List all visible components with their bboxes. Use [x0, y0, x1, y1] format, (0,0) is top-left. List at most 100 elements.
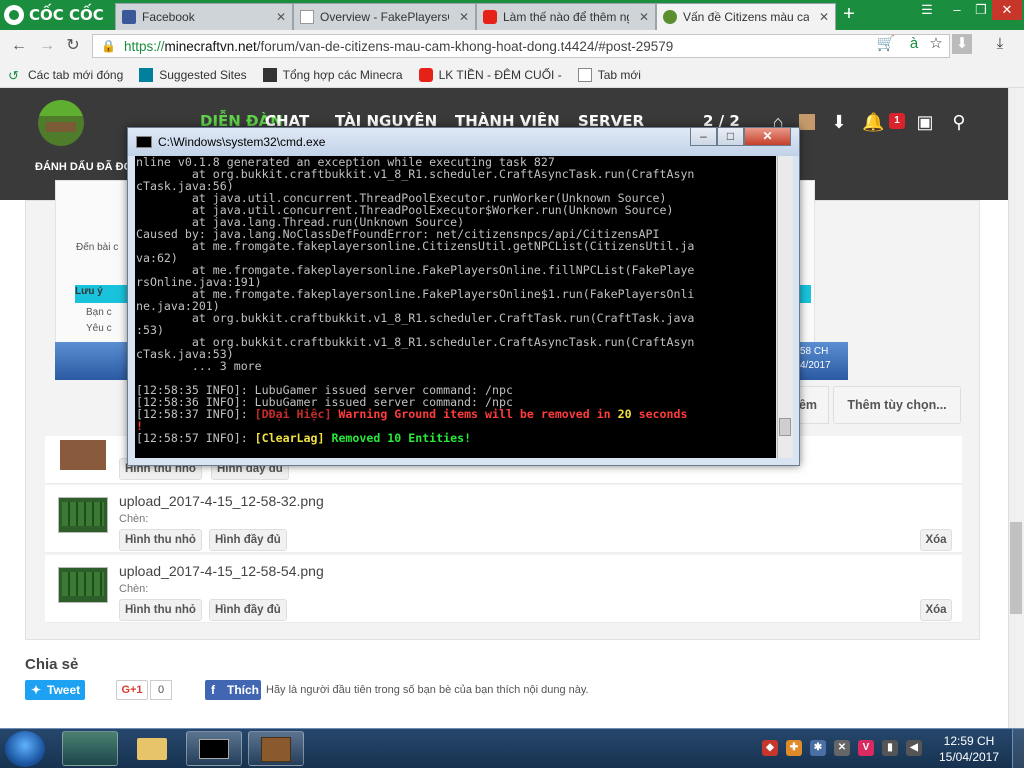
- mini-text: Bạn c: [86, 307, 112, 318]
- menu-icon[interactable]: ☰: [912, 0, 942, 20]
- minecraft-icon: [663, 10, 677, 24]
- bookmark-label: Các tab mới đóng: [28, 67, 124, 82]
- delete-button[interactable]: Xóa: [920, 599, 952, 621]
- upload-thumb[interactable]: [60, 440, 106, 470]
- delete-button[interactable]: Xóa: [920, 529, 952, 551]
- bookmark-new-tab[interactable]: Tab mới: [577, 67, 641, 82]
- thumbnail-button[interactable]: Hình thu nhỏ: [119, 529, 202, 551]
- taskbar-minecraft[interactable]: [248, 731, 304, 766]
- taskbar-explorer[interactable]: [124, 731, 180, 766]
- cmd-window[interactable]: C:\Windows\system32\cmd.exe – □ ✕ nline …: [127, 127, 800, 466]
- log-message: Warning Ground items will be removed in: [331, 407, 618, 421]
- facebook-like-button[interactable]: f Thích: [205, 680, 261, 700]
- youtube-icon: [418, 67, 433, 82]
- close-icon[interactable]: ✕: [639, 10, 649, 24]
- address-bar[interactable]: 🔒 https://minecraftvn.net/forum/van-de-c…: [92, 34, 950, 58]
- facebook-icon: [122, 10, 136, 24]
- taskbar-coccoc[interactable]: [62, 731, 118, 766]
- tray-vivaldi-icon[interactable]: V: [858, 740, 874, 756]
- taskbar-clock[interactable]: 12:59 CH 15/04/2017: [930, 733, 1008, 765]
- tweet-button[interactable]: ✦ Tweet: [25, 680, 85, 700]
- inbox-icon[interactable]: ⬇: [828, 112, 850, 133]
- bookmark-youtube[interactable]: LK TIỀN - ĐÊM CUỐI -: [418, 67, 562, 82]
- thumbnail-button[interactable]: Hình thu nhỏ: [119, 599, 202, 621]
- tray-mute-icon[interactable]: ✕: [834, 740, 850, 756]
- tab-facebook[interactable]: Facebook ✕: [115, 3, 293, 30]
- tab-overview[interactable]: Overview - FakePlayersO ✕: [293, 3, 476, 30]
- tab-citizens[interactable]: Vấn đề Citizens màu cam ✕: [656, 3, 836, 30]
- tweet-label: Tweet: [47, 683, 81, 697]
- tray-volume-icon[interactable]: ◀: [906, 740, 922, 756]
- mark-read-link[interactable]: ĐÁNH DẤU ĐÃ ĐỌC: [35, 161, 140, 173]
- site-logo[interactable]: [38, 100, 84, 146]
- close-icon[interactable]: ✕: [276, 10, 286, 24]
- minimize-icon[interactable]: –: [944, 0, 970, 20]
- downloads-icon[interactable]: ⤓: [990, 34, 1010, 54]
- mini-clock: 58 CH: [800, 346, 829, 357]
- reload-icon[interactable]: ↻: [62, 36, 84, 56]
- close-icon[interactable]: ✕: [459, 10, 469, 24]
- more-options-button[interactable]: Thêm tùy chọn...: [833, 386, 961, 424]
- upload-filename[interactable]: upload_2017-4-15_12-58-32.png: [119, 493, 324, 509]
- cmd-prompt[interactable]: >_: [136, 456, 776, 458]
- upload-row: upload_2017-4-15_12-58-54.png Chèn: Hình…: [45, 555, 962, 623]
- show-desktop-button[interactable]: [1012, 729, 1024, 768]
- maximize-icon[interactable]: ❐: [970, 0, 992, 20]
- bookmark-recent-tabs[interactable]: ↺ Các tab mới đóng: [8, 67, 124, 83]
- coccoc-logo[interactable]: CỐC CỐC: [4, 4, 109, 26]
- mini-date: 4/2017: [800, 360, 831, 371]
- translate-icon[interactable]: à: [904, 34, 924, 54]
- page-icon: [300, 10, 314, 24]
- avatar[interactable]: [797, 112, 817, 132]
- cmd-line: at me.fromgate.fakeplayersonline.Citizen…: [136, 239, 695, 253]
- taskbar-cmd[interactable]: [186, 731, 242, 766]
- tray-antivirus-icon[interactable]: ✚: [786, 740, 802, 756]
- bookmark-minecraft[interactable]: Tổng hợp các Minecra: [262, 67, 403, 82]
- brand-label: CỐC CỐC: [29, 6, 104, 24]
- bookmark-suggested-sites[interactable]: Suggested Sites: [139, 67, 247, 82]
- tray-network-icon[interactable]: ✱: [810, 740, 826, 756]
- upload-filename[interactable]: upload_2017-4-15_12-58-54.png: [119, 563, 324, 579]
- gplus-count: 0: [150, 680, 172, 700]
- bookmark-label: Tổng hợp các Minecra: [282, 67, 403, 82]
- camera-icon[interactable]: ▣: [914, 112, 936, 133]
- page-scrollbar[interactable]: [1008, 88, 1024, 728]
- cmd-scrollbar-thumb[interactable]: [779, 418, 791, 436]
- bing-icon: [139, 67, 154, 82]
- cmd-line-warning: [12:58:37 INFO]: [DĐại Hiệc] Warning Gro…: [136, 408, 776, 420]
- minecraft-icon: [262, 67, 277, 82]
- start-button[interactable]: [5, 731, 45, 767]
- bell-icon[interactable]: 🔔: [862, 112, 884, 133]
- search-icon[interactable]: ⚲: [948, 112, 970, 133]
- cmd-blank: [136, 444, 776, 456]
- tray-signal-icon[interactable]: ▮: [882, 740, 898, 756]
- forward-icon[interactable]: →: [36, 36, 58, 56]
- tab-youtube[interactable]: Làm thế nào để thêm ng ✕: [476, 3, 656, 30]
- cmd-line: at me.fromgate.fakeplayersonline.FakePla…: [136, 287, 695, 301]
- star-icon[interactable]: ☆: [926, 34, 946, 54]
- close-icon[interactable]: ✕: [819, 10, 829, 24]
- close-window-icon[interactable]: ✕: [992, 0, 1022, 20]
- folder-icon: [137, 738, 167, 760]
- page-scrollbar-thumb[interactable]: [1010, 522, 1022, 614]
- cart-icon[interactable]: 🛒: [876, 34, 896, 54]
- tray-shield-icon[interactable]: ◆: [762, 740, 778, 756]
- cmd-minimize-button[interactable]: –: [690, 128, 717, 146]
- upload-thumb[interactable]: [58, 497, 108, 533]
- full-size-button[interactable]: Hình đầy đủ: [209, 599, 287, 621]
- cmd-maximize-button[interactable]: □: [717, 128, 744, 146]
- gplus-button[interactable]: G+1: [116, 680, 148, 700]
- full-size-button[interactable]: Hình đầy đủ: [209, 529, 287, 551]
- download-arrow-icon[interactable]: ⬇: [952, 34, 972, 54]
- browser-tab-bar: CỐC CỐC Facebook ✕ Overview - FakePlayer…: [0, 0, 1024, 30]
- cmd-output[interactable]: nline v0.1.8 generated an exception whil…: [135, 156, 776, 458]
- upload-thumb[interactable]: [58, 567, 108, 603]
- cmd-close-button[interactable]: ✕: [744, 128, 791, 146]
- crafting-table-icon: [261, 737, 291, 762]
- log-prefix: [12:58:37 INFO]:: [136, 407, 255, 421]
- cmd-line-clearlag: [12:58:57 INFO]: [ClearLag] Removed 10 E…: [136, 432, 776, 444]
- cmd-lines: nline v0.1.8 generated an exception whil…: [136, 156, 776, 408]
- back-icon[interactable]: ←: [8, 36, 30, 56]
- new-tab-button[interactable]: +: [836, 4, 862, 26]
- cmd-scrollbar[interactable]: [777, 156, 793, 458]
